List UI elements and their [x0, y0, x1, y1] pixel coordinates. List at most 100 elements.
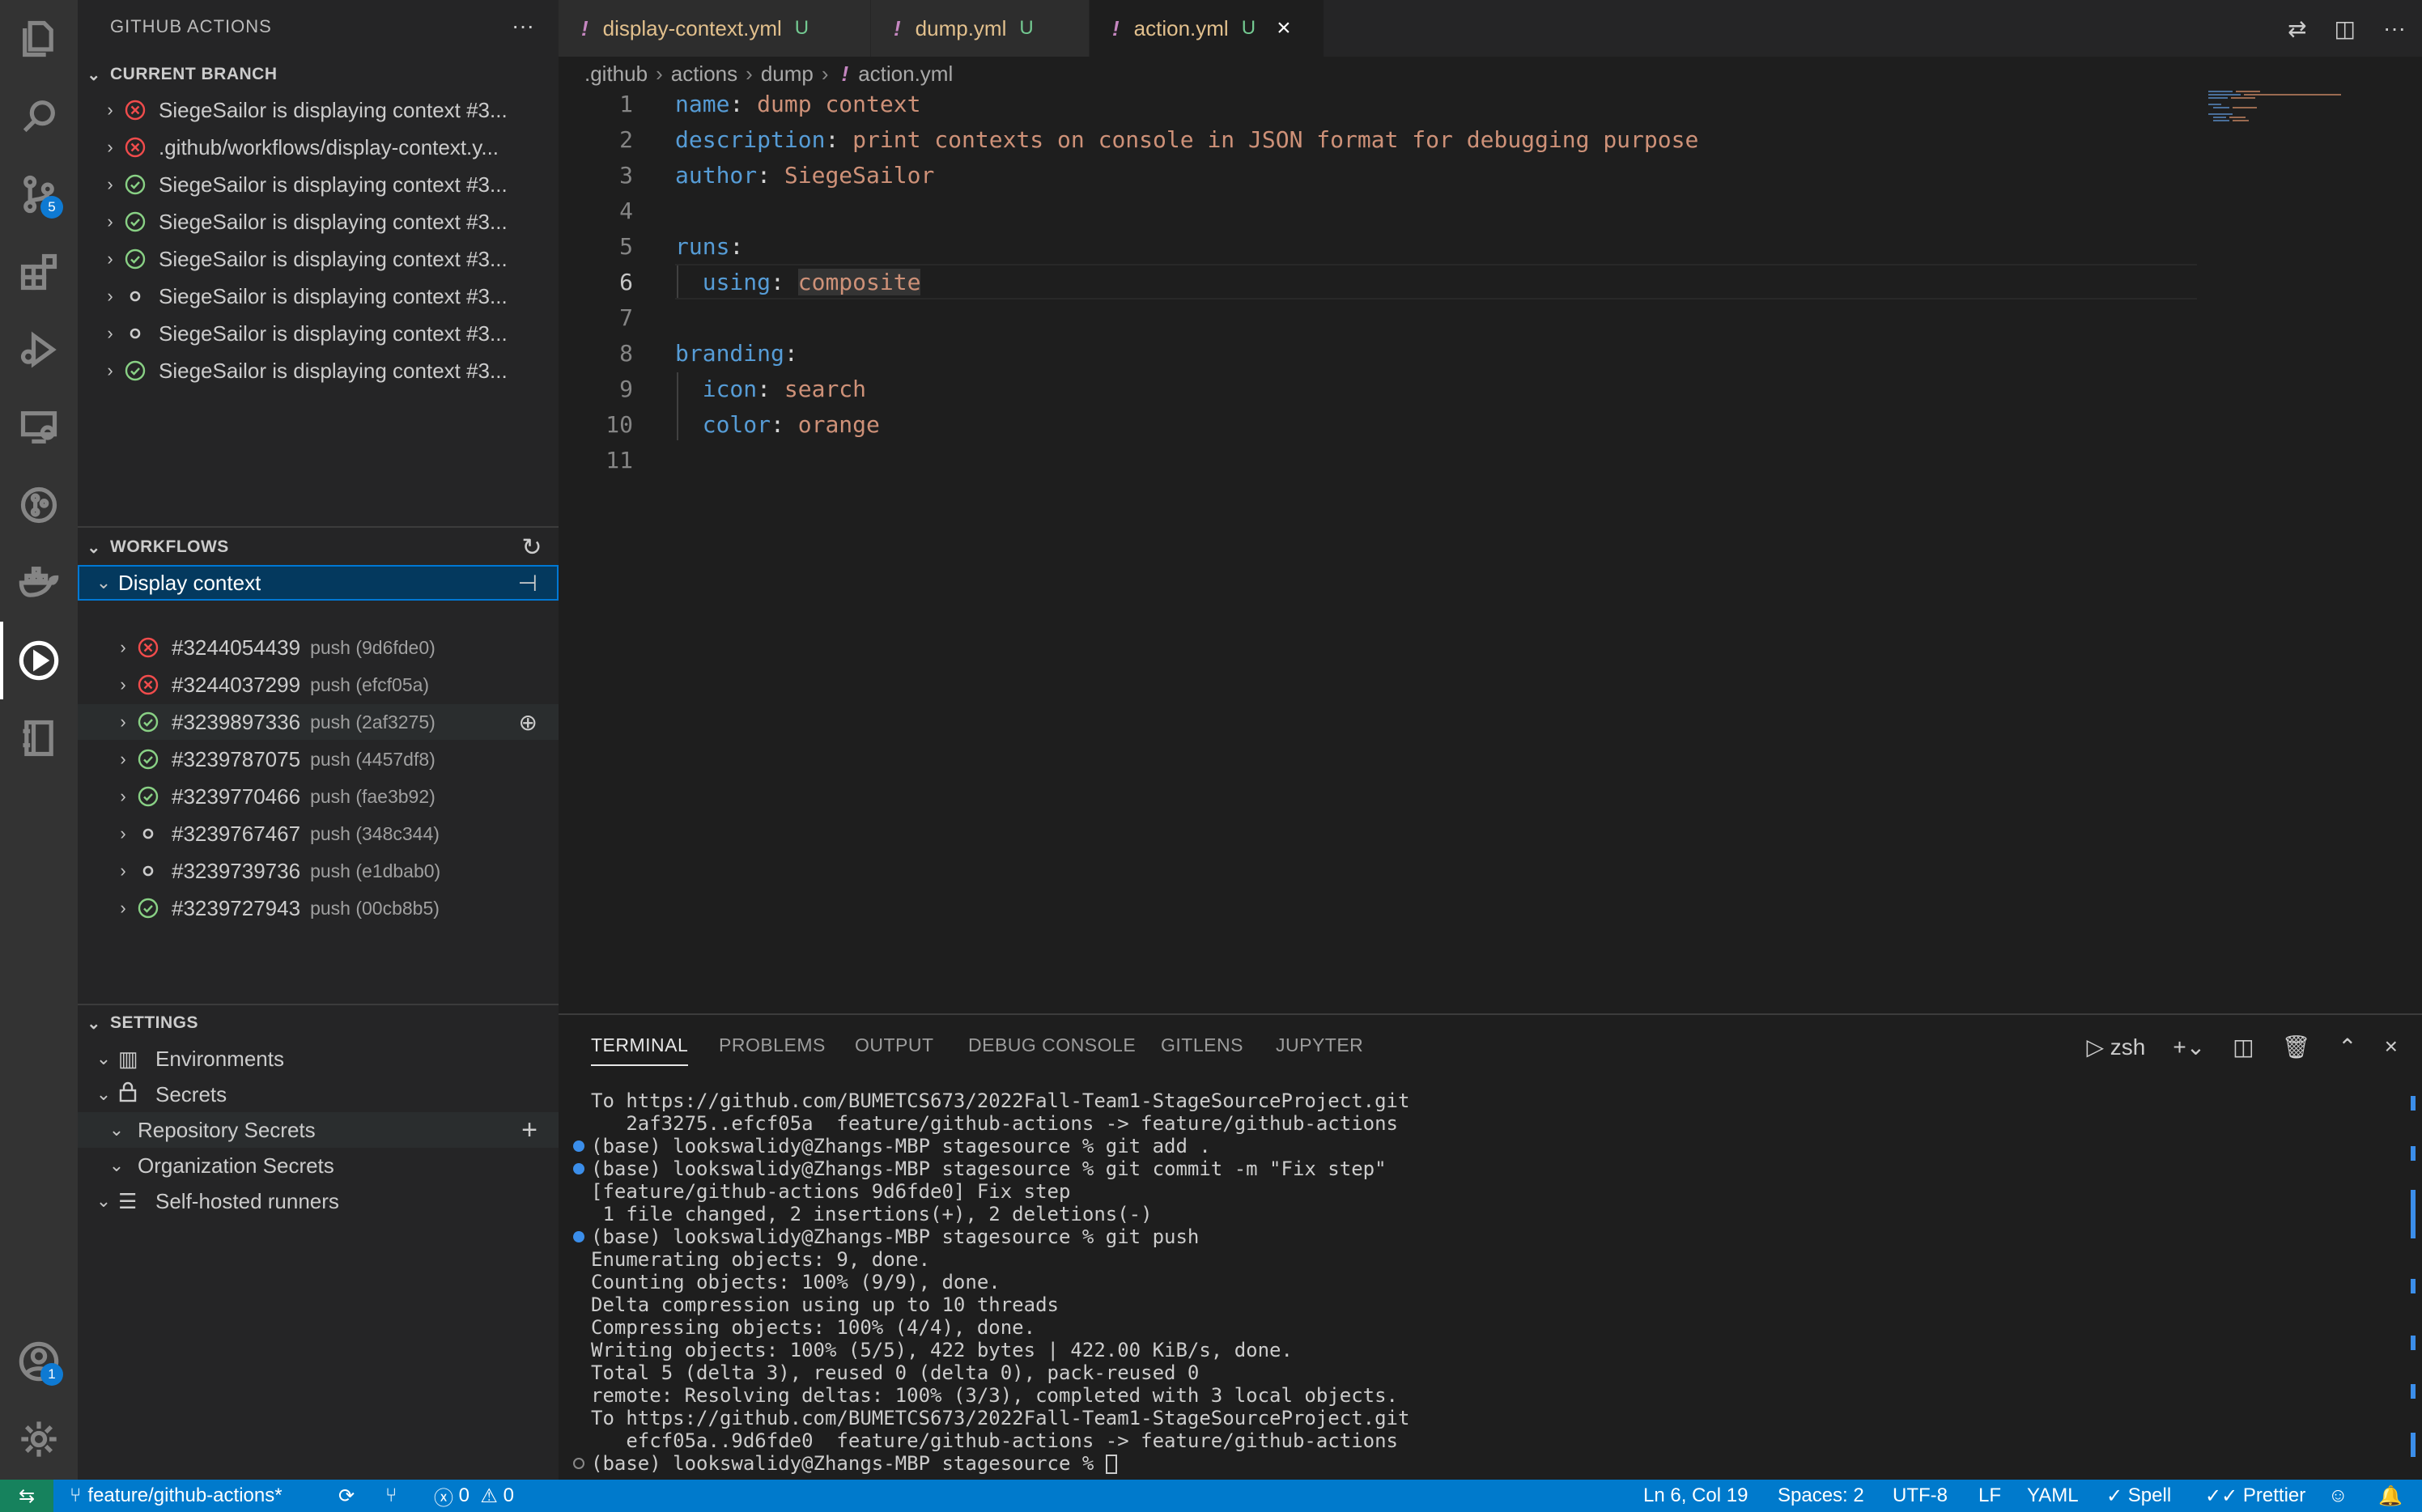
- breadcrumb-item[interactable]: action.yml: [858, 62, 953, 86]
- branch-run-item[interactable]: › SiegeSailor is displaying context #3...: [78, 353, 559, 389]
- command-decoration-icon: [573, 1163, 584, 1174]
- search-icon[interactable]: [0, 78, 78, 155]
- docker-icon[interactable]: [0, 544, 78, 622]
- settings-section-header[interactable]: ⌄ SETTINGS: [78, 1005, 559, 1041]
- panel-tab-jupyter[interactable]: JUPYTER: [1276, 1034, 1363, 1056]
- panel-tab-problems[interactable]: PROBLEMS: [719, 1034, 826, 1056]
- encoding[interactable]: UTF-8: [1893, 1480, 1948, 1512]
- settings-secrets[interactable]: ⌄ Secrets: [78, 1077, 559, 1112]
- end-of-line[interactable]: LF: [1978, 1480, 2001, 1512]
- refresh-icon[interactable]: ↻: [521, 533, 542, 562]
- terminal-line: Delta compression using up to 10 threads: [591, 1293, 1409, 1316]
- terminal-line: Compressing objects: 100% (4/4), done.: [591, 1316, 1409, 1339]
- github-actions-icon[interactable]: [0, 622, 78, 699]
- run-event: push (e1dbab0): [310, 860, 441, 881]
- branch-run-item[interactable]: › SiegeSailor is displaying context #3...: [78, 316, 559, 351]
- run-event: push (9d6fde0): [310, 636, 436, 658]
- language-mode[interactable]: YAML: [2027, 1480, 2079, 1512]
- settings-organization-secrets[interactable]: ⌄ Organization Secrets: [78, 1148, 559, 1183]
- tab-dump[interactable]: ! dump.yml U: [871, 0, 1090, 57]
- terminal-line: Counting objects: 100% (9/9), done.: [591, 1271, 1409, 1293]
- success-status-icon: [138, 786, 159, 807]
- settings-self-hosted-runners[interactable]: ⌄ ☰ Self-hosted runners: [78, 1183, 559, 1219]
- maximize-panel-icon[interactable]: ⌃: [2338, 1034, 2356, 1060]
- run-label: SiegeSailor is displaying context #3...: [159, 246, 508, 271]
- more-actions-icon[interactable]: ···: [2383, 15, 2406, 41]
- problems-indicator[interactable]: ⓧ 0 ⚠ 0: [434, 1480, 514, 1512]
- compare-changes-icon[interactable]: ⇄: [2288, 15, 2306, 42]
- branch-indicator[interactable]: ⑂ feature/github-actions*: [70, 1480, 283, 1512]
- branch-run-item[interactable]: › SiegeSailor is displaying context #3...: [78, 241, 559, 277]
- accounts-icon[interactable]: 1: [0, 1323, 78, 1400]
- close-tab-icon[interactable]: ×: [1277, 15, 1291, 42]
- sync-icon[interactable]: ⟳: [338, 1480, 355, 1512]
- workflow-run-item[interactable]: › #3239739736 push (e1dbab0): [78, 853, 559, 889]
- trash-icon[interactable]: 🗑: [2282, 1034, 2311, 1060]
- branch-run-item[interactable]: › .github/workflows/display-context.y...: [78, 130, 559, 165]
- terminal-line-text: Counting objects: 100% (9/9), done.: [591, 1271, 1001, 1293]
- split-editor-icon[interactable]: ◫: [2335, 15, 2356, 42]
- breadcrumb-item[interactable]: dump: [761, 62, 814, 86]
- more-actions-icon[interactable]: ···: [512, 13, 534, 39]
- spell-checker[interactable]: ✓ Spell: [2106, 1480, 2171, 1512]
- remote-indicator-icon[interactable]: ⇆: [0, 1480, 53, 1512]
- workflow-run-item[interactable]: › #3244054439 push (9d6fde0): [78, 630, 559, 665]
- source-control-icon[interactable]: 5: [0, 155, 78, 233]
- workflow-run-item[interactable]: › #3239897336 push (2af3275) ⊕: [78, 704, 559, 740]
- close-panel-icon[interactable]: ×: [2385, 1034, 2398, 1060]
- prettier-status[interactable]: ✓✓ Prettier: [2205, 1480, 2305, 1512]
- terminal-line: (base) lookswalidy@Zhangs-MBP stagesourc…: [573, 1225, 1409, 1248]
- new-terminal-icon[interactable]: +⌄: [2173, 1034, 2205, 1060]
- yaml-file-icon: !: [581, 15, 589, 40]
- chevron-down-icon: ⌄: [96, 1048, 112, 1068]
- git-graph-status-icon[interactable]: ⑂: [385, 1480, 397, 1512]
- cursor-position[interactable]: Ln 6, Col 19: [1643, 1480, 1748, 1512]
- success-status-icon: [125, 211, 146, 232]
- branch-run-item[interactable]: › SiegeSailor is displaying context #3...: [78, 278, 559, 314]
- pin-icon[interactable]: ⊣: [518, 570, 538, 597]
- workflow-run-item[interactable]: › #3239767467 push (348c344): [78, 816, 559, 852]
- tab-display-context[interactable]: ! display-context.yml U: [559, 0, 871, 57]
- add-secret-icon[interactable]: +: [521, 1115, 538, 1146]
- workflow-run-item[interactable]: › #3239727943 push (00cb8b5): [78, 890, 559, 926]
- extensions-icon[interactable]: [0, 233, 78, 311]
- minimap[interactable]: [2208, 89, 2403, 138]
- line-number: 2: [619, 126, 633, 153]
- terminal-output[interactable]: To https://github.com/BUMETCS673/2022Fal…: [573, 1089, 1409, 1475]
- breadcrumb-item[interactable]: actions: [671, 62, 737, 86]
- workflows-section-header[interactable]: ⌄ WORKFLOWS ↻: [78, 529, 559, 565]
- warning-icon: ⚠: [480, 1484, 498, 1507]
- tab-action[interactable]: ! action.yml U ×: [1090, 0, 1324, 57]
- breadcrumb-item[interactable]: .github: [584, 62, 648, 86]
- indentation[interactable]: Spaces: 2: [1778, 1480, 1864, 1512]
- settings-gear-icon[interactable]: [0, 1400, 78, 1478]
- notifications-bell-icon[interactable]: 🔔: [2378, 1480, 2403, 1512]
- command-decoration-icon: [573, 1231, 584, 1242]
- panel-tab-gitlens[interactable]: GITLENS: [1161, 1034, 1243, 1056]
- workflow-display-context[interactable]: ⌄ Display context ⊣: [78, 565, 559, 601]
- git-graph-icon[interactable]: [0, 466, 78, 544]
- branch-run-item[interactable]: › SiegeSailor is displaying context #3...: [78, 204, 559, 240]
- pending-status-icon: [142, 828, 154, 839]
- workflow-run-item[interactable]: › #3239787075 push (4457df8): [78, 741, 559, 777]
- settings-environments[interactable]: ⌄ ▥ Environments: [78, 1041, 559, 1077]
- terminal-shell-selector[interactable]: ▷ zsh: [2086, 1034, 2145, 1060]
- branch-run-item[interactable]: › SiegeSailor is displaying context #3...: [78, 92, 559, 128]
- workflow-run-item[interactable]: › #3239770466 push (fae3b92): [78, 779, 559, 814]
- accounts-badge: 1: [40, 1363, 63, 1386]
- explorer-icon[interactable]: [0, 0, 78, 78]
- feedback-icon[interactable]: ☺: [2328, 1480, 2348, 1512]
- notebook-icon[interactable]: [0, 699, 78, 777]
- pending-status-icon: [142, 865, 154, 877]
- run-debug-icon[interactable]: [0, 311, 78, 389]
- workflow-run-item[interactable]: › #3244037299 push (efcf05a): [78, 667, 559, 703]
- settings-repository-secrets[interactable]: ⌄ Repository Secrets +: [78, 1112, 559, 1148]
- panel-tab-terminal[interactable]: TERMINAL: [591, 1034, 689, 1066]
- open-in-browser-icon[interactable]: ⊕: [519, 709, 538, 736]
- current-branch-section-header[interactable]: ⌄ CURRENT BRANCH: [78, 57, 559, 92]
- remote-explorer-icon[interactable]: [0, 389, 78, 466]
- branch-run-item[interactable]: › SiegeSailor is displaying context #3...: [78, 167, 559, 202]
- split-terminal-icon[interactable]: ◫: [2233, 1034, 2254, 1060]
- panel-tab-debug-console[interactable]: DEBUG CONSOLE: [968, 1034, 1136, 1056]
- panel-tab-output[interactable]: OUTPUT: [855, 1034, 934, 1056]
